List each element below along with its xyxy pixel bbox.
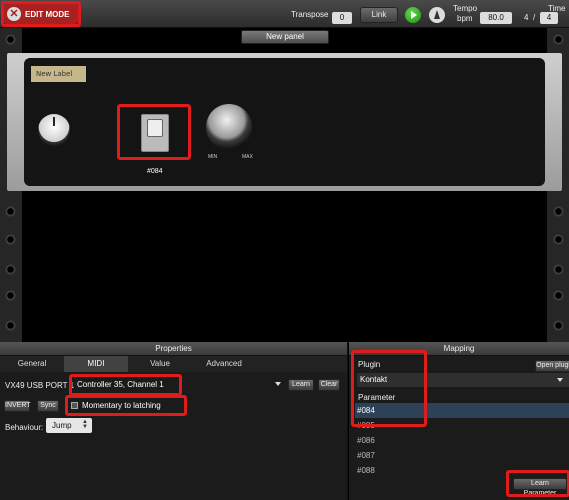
learn-button[interactable]: Learn bbox=[288, 379, 314, 391]
screw-icon bbox=[553, 34, 564, 45]
screw-icon bbox=[5, 290, 16, 301]
invert-button[interactable]: INVERT bbox=[4, 400, 31, 412]
midi-row: VX49 USB PORT 1 Controller 35, Channel 1… bbox=[0, 376, 347, 394]
edit-mode-button[interactable]: ✕ EDIT MODE bbox=[4, 4, 78, 24]
learn-parameter-button[interactable]: Learn Parameter bbox=[513, 478, 567, 497]
clear-button[interactable]: Clear bbox=[318, 379, 340, 391]
top-toolbar: ✕ EDIT MODE Transpose 0 Link Tempo bpm 8… bbox=[0, 0, 569, 28]
knob-max-label: MAX bbox=[242, 154, 253, 160]
chevron-down-icon[interactable] bbox=[557, 378, 563, 382]
parameter-item[interactable]: #084 bbox=[355, 403, 569, 418]
open-plugin-button[interactable]: Open plugin bbox=[535, 360, 569, 372]
time-numerator[interactable]: 4 bbox=[524, 13, 528, 22]
parameter-label: Parameter bbox=[358, 393, 396, 402]
play-icon[interactable] bbox=[405, 7, 421, 23]
behaviour-select[interactable]: Jump ▲ ▼ bbox=[46, 418, 92, 433]
momentary-to-latching-label[interactable]: Momentary to latching bbox=[82, 401, 161, 410]
link-button[interactable]: Link bbox=[360, 7, 398, 23]
tab-midi[interactable]: MIDI bbox=[64, 356, 128, 372]
parameter-item[interactable]: #087 bbox=[355, 448, 569, 463]
plugin-value: Kontakt bbox=[360, 375, 388, 384]
knob-large[interactable] bbox=[206, 104, 252, 150]
screw-icon bbox=[553, 264, 564, 275]
up-down-arrows-icon: ▲ ▼ bbox=[82, 419, 88, 430]
parameter-item[interactable]: #088 bbox=[355, 463, 569, 477]
properties-pane: Properties General MIDI Value Advanced V… bbox=[0, 342, 347, 500]
screw-icon bbox=[5, 206, 16, 217]
time-denominator-select[interactable]: 4 bbox=[540, 12, 558, 24]
parameter-list: #084 #085 #086 #087 #088 bbox=[355, 403, 569, 477]
parameter-item[interactable]: #086 bbox=[355, 433, 569, 448]
transpose-field[interactable]: 0 bbox=[332, 12, 352, 24]
behaviour-label: Behaviour: bbox=[5, 423, 44, 432]
tempo-field[interactable]: 80.0 bbox=[480, 12, 512, 24]
screw-icon bbox=[553, 234, 564, 245]
rack-area: New panel New Label #084 MIN MAX bbox=[0, 28, 569, 342]
plugin-label: Plugin bbox=[358, 360, 381, 369]
knob-min-label: MIN bbox=[208, 154, 218, 160]
time-separator: / bbox=[533, 13, 536, 22]
properties-title: Properties bbox=[0, 342, 347, 356]
panel-label[interactable]: New Label bbox=[31, 66, 86, 82]
screw-icon bbox=[5, 34, 16, 45]
toggle-switch[interactable] bbox=[141, 114, 169, 152]
tab-advanced[interactable]: Advanced bbox=[192, 356, 256, 372]
plugin-select[interactable]: Kontakt bbox=[357, 373, 569, 387]
parameter-item[interactable]: #085 bbox=[355, 418, 569, 433]
checkbox-icon[interactable] bbox=[71, 402, 78, 409]
screw-icon bbox=[553, 206, 564, 217]
close-icon[interactable]: ✕ bbox=[7, 7, 21, 21]
controller-select[interactable]: Controller 35, Channel 1 bbox=[74, 378, 286, 392]
tab-value[interactable]: Value bbox=[128, 356, 192, 372]
tempo-label: Tempo bbox=[453, 4, 478, 13]
behaviour-value: Jump bbox=[52, 421, 72, 430]
properties-tabs: General MIDI Value Advanced bbox=[0, 356, 347, 372]
midi-port-label: VX49 USB PORT 1 bbox=[5, 381, 75, 390]
screw-icon bbox=[5, 320, 16, 331]
sync-button[interactable]: Sync bbox=[37, 400, 59, 412]
knob-dial[interactable] bbox=[38, 114, 70, 146]
bpm-label: bpm bbox=[457, 14, 473, 23]
screw-icon bbox=[553, 290, 564, 301]
screw-icon bbox=[553, 320, 564, 331]
tab-general[interactable]: General bbox=[0, 356, 64, 372]
mapping-pane: Mapping Plugin Open plugin Kontakt Param… bbox=[348, 342, 569, 500]
rack-panel: New Label #084 MIN MAX bbox=[7, 53, 562, 191]
metronome-icon[interactable] bbox=[429, 7, 445, 23]
screw-icon bbox=[5, 264, 16, 275]
transpose-label: Transpose bbox=[291, 10, 329, 19]
switch-parameter-tag: #084 bbox=[147, 168, 163, 175]
chevron-down-icon[interactable] bbox=[275, 382, 281, 386]
edit-mode-label: EDIT MODE bbox=[25, 9, 70, 19]
new-panel-button[interactable]: New panel bbox=[241, 30, 329, 44]
screw-icon bbox=[5, 234, 16, 245]
mapping-title: Mapping bbox=[349, 342, 569, 356]
panel-face: New Label #084 MIN MAX bbox=[24, 58, 545, 186]
